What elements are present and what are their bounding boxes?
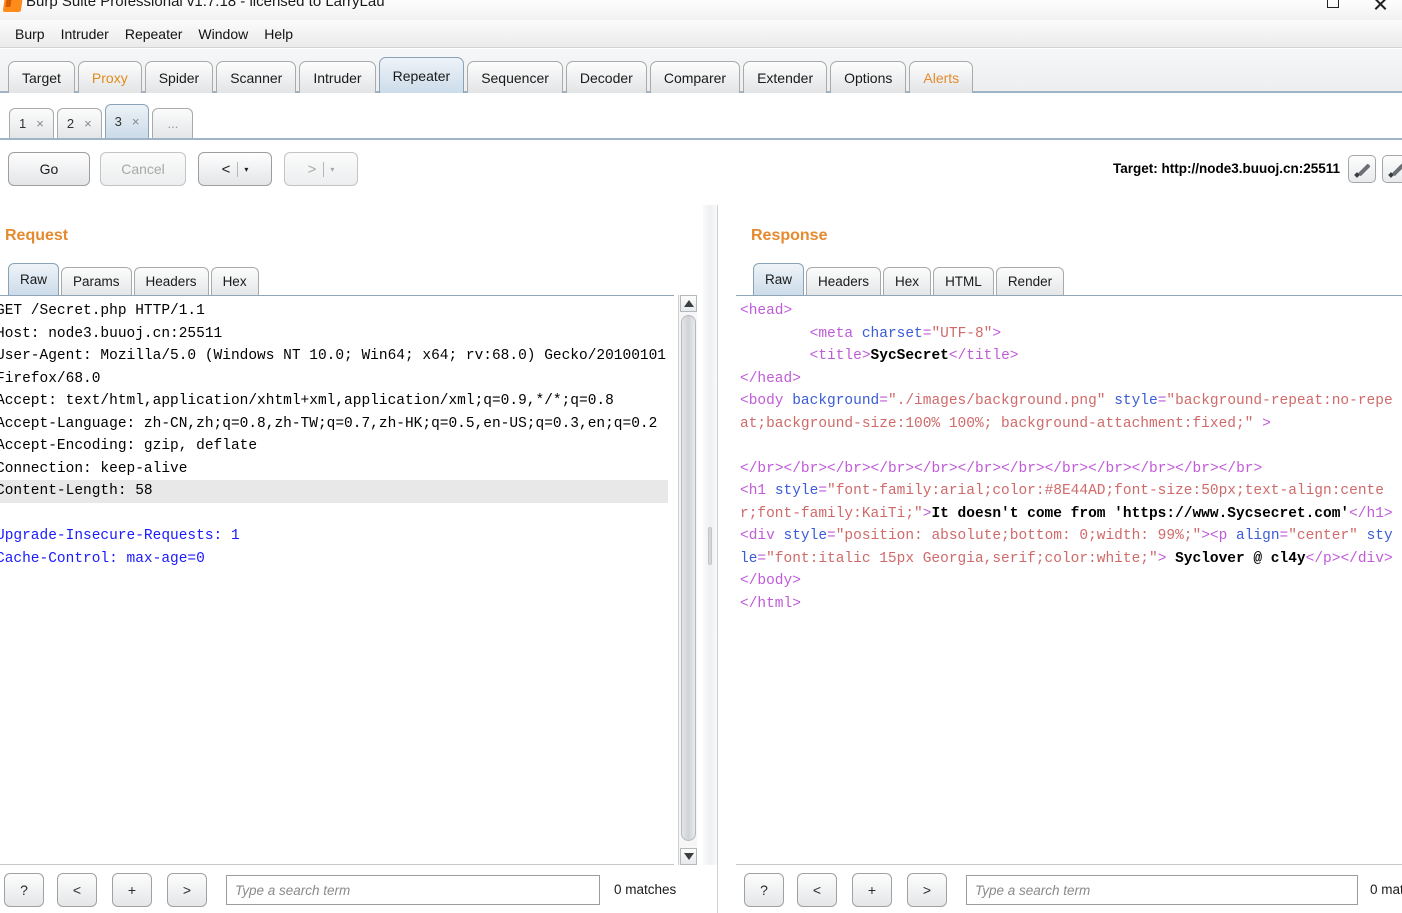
response-tab-hex[interactable]: Hex xyxy=(883,267,931,295)
request-tab-hex[interactable]: Hex xyxy=(211,267,259,295)
window-title: Burp Suite Professional v1.7.18 - licens… xyxy=(26,0,385,10)
title-bar: Burp Suite Professional v1.7.18 - licens… xyxy=(0,0,1402,20)
tab-proxy[interactable]: Proxy xyxy=(78,61,142,93)
panel-divider xyxy=(717,205,718,913)
go-button[interactable]: Go xyxy=(8,152,90,186)
menu-item-burp[interactable]: Burp xyxy=(7,24,53,44)
response-tab-render[interactable]: Render xyxy=(996,267,1064,295)
pencil-icon xyxy=(1355,162,1370,177)
forward-button: > ▾ xyxy=(284,152,358,186)
request-search-prev-button[interactable]: < xyxy=(57,873,97,907)
request-line: Upgrade-Insecure-Requests: 1 xyxy=(0,525,668,548)
panel-splitter[interactable] xyxy=(703,205,717,865)
repeater-tab-1-label: 1 xyxy=(19,116,26,131)
response-search-prev-button[interactable]: < xyxy=(797,873,837,907)
request-line: Accept-Language: zh-CN,zh;q=0.8,zh-TW;q=… xyxy=(0,413,668,436)
tab-intruder[interactable]: Intruder xyxy=(299,61,375,93)
maximize-icon xyxy=(1327,0,1339,8)
request-search-next-button[interactable]: > xyxy=(167,873,207,907)
response-search-add-button[interactable]: + xyxy=(852,873,892,907)
close-button[interactable] xyxy=(1362,0,1396,16)
response-raw-editor[interactable]: <head> <meta charset="UTF-8"> <title>Syc… xyxy=(736,295,1402,865)
target-options-button[interactable] xyxy=(1382,155,1402,183)
back-button[interactable]: < ▾ xyxy=(198,152,272,186)
request-line: Connection: keep-alive xyxy=(0,458,668,481)
request-tab-headers[interactable]: Headers xyxy=(134,267,209,295)
request-search-help-button[interactable]: ? xyxy=(4,873,44,907)
repeater-toolbar: Go Cancel < ▾ > ▾ Target: http://node3.b… xyxy=(0,142,1402,202)
menu-item-window[interactable]: Window xyxy=(190,24,256,44)
response-search-bar: ? < + > Type a search term 0 matches xyxy=(740,873,1402,913)
tab-scanner[interactable]: Scanner xyxy=(216,61,296,93)
response-search-input[interactable]: Type a search term xyxy=(966,875,1358,905)
repeater-tab-3[interactable]: 3 × xyxy=(105,104,150,138)
request-search-add-button[interactable]: + xyxy=(112,873,152,907)
menu-item-repeater[interactable]: Repeater xyxy=(117,24,191,44)
splitter-grip[interactable] xyxy=(708,527,712,565)
cancel-button: Cancel xyxy=(100,152,186,186)
repeater-tab-bar: 1 × 2 × 3 × ... xyxy=(0,98,1402,140)
response-search-help-button[interactable]: ? xyxy=(744,873,784,907)
burp-logo-icon xyxy=(3,0,24,12)
tab-spider[interactable]: Spider xyxy=(145,61,213,93)
response-panel-title: Response xyxy=(751,227,827,245)
chevron-down-icon[interactable]: ▾ xyxy=(238,165,248,174)
menu-item-intruder[interactable]: Intruder xyxy=(53,24,117,44)
tab-options[interactable]: Options xyxy=(830,61,906,93)
close-tab-1-icon[interactable]: × xyxy=(36,116,44,131)
scroll-down-icon[interactable] xyxy=(680,848,697,865)
repeater-tab-2[interactable]: 2 × xyxy=(57,108,102,138)
request-line: Host: node3.buuoj.cn:25511 xyxy=(0,323,668,346)
response-subtab-bar: Raw Headers Hex HTML Render xyxy=(753,263,1066,295)
request-tab-raw[interactable]: Raw xyxy=(8,263,59,295)
request-match-count: 0 matches xyxy=(614,882,676,897)
tab-decoder[interactable]: Decoder xyxy=(566,61,647,93)
repeater-tab-overflow[interactable]: ... xyxy=(152,108,193,138)
repeater-tab-3-label: 3 xyxy=(115,114,122,129)
request-line xyxy=(0,503,668,526)
menu-item-help[interactable]: Help xyxy=(256,24,301,44)
request-line: Accept-Encoding: gzip, deflate xyxy=(0,435,668,458)
request-panel-title: Request xyxy=(5,227,68,245)
tab-comparer[interactable]: Comparer xyxy=(650,61,740,93)
tab-extender[interactable]: Extender xyxy=(743,61,827,93)
request-line: Accept: text/html,application/xhtml+xml,… xyxy=(0,390,668,413)
request-search-input[interactable]: Type a search term xyxy=(226,875,600,905)
chevron-down-icon: ▾ xyxy=(324,165,334,174)
request-line: User-Agent: Mozilla/5.0 (Windows NT 10.0… xyxy=(0,345,668,390)
request-search-bar: ? < + > Type a search term 0 matches xyxy=(0,873,700,913)
tab-repeater[interactable]: Repeater xyxy=(379,57,465,93)
target-label: Target: http://node3.buuoj.cn:25511 xyxy=(1113,161,1340,176)
repeater-tab-1[interactable]: 1 × xyxy=(9,108,54,138)
response-search-next-button[interactable]: > xyxy=(907,873,947,907)
close-icon xyxy=(1373,0,1386,10)
close-tab-3-icon[interactable]: × xyxy=(132,114,140,129)
repeater-tab-2-label: 2 xyxy=(67,116,74,131)
scrollbar-thumb[interactable] xyxy=(681,315,696,841)
edit-target-button[interactable] xyxy=(1348,155,1376,183)
response-tab-html[interactable]: HTML xyxy=(933,267,994,295)
back-arrow-icon: < xyxy=(222,161,238,178)
close-tab-2-icon[interactable]: × xyxy=(84,116,92,131)
request-line: Cache-Control: max-age=0 xyxy=(0,548,668,571)
tab-alerts[interactable]: Alerts xyxy=(909,61,973,93)
response-tab-headers[interactable]: Headers xyxy=(806,267,881,295)
request-line: GET /Secret.php HTTP/1.1 xyxy=(0,300,668,323)
response-tab-raw[interactable]: Raw xyxy=(753,263,804,295)
forward-arrow-icon: > xyxy=(308,161,324,178)
request-line: Content-Length: 58 xyxy=(0,480,668,503)
main-tab-bar: Target Proxy Spider Scanner Intruder Rep… xyxy=(0,49,1402,93)
menu-bar: Burp Intruder Repeater Window Help xyxy=(0,20,1402,48)
tab-target[interactable]: Target xyxy=(8,61,75,93)
scroll-up-icon[interactable] xyxy=(680,295,697,312)
request-subtab-bar: Raw Params Headers Hex xyxy=(8,263,261,295)
pencil-icon xyxy=(1389,162,1402,177)
maximize-button[interactable] xyxy=(1316,0,1350,16)
tab-sequencer[interactable]: Sequencer xyxy=(467,61,563,93)
request-vertical-scrollbar[interactable] xyxy=(678,295,697,865)
window-controls xyxy=(1302,0,1402,20)
response-match-count: 0 matches xyxy=(1370,882,1402,897)
request-tab-params[interactable]: Params xyxy=(61,267,132,295)
request-raw-editor[interactable]: GET /Secret.php HTTP/1.1Host: node3.buuo… xyxy=(0,295,674,865)
